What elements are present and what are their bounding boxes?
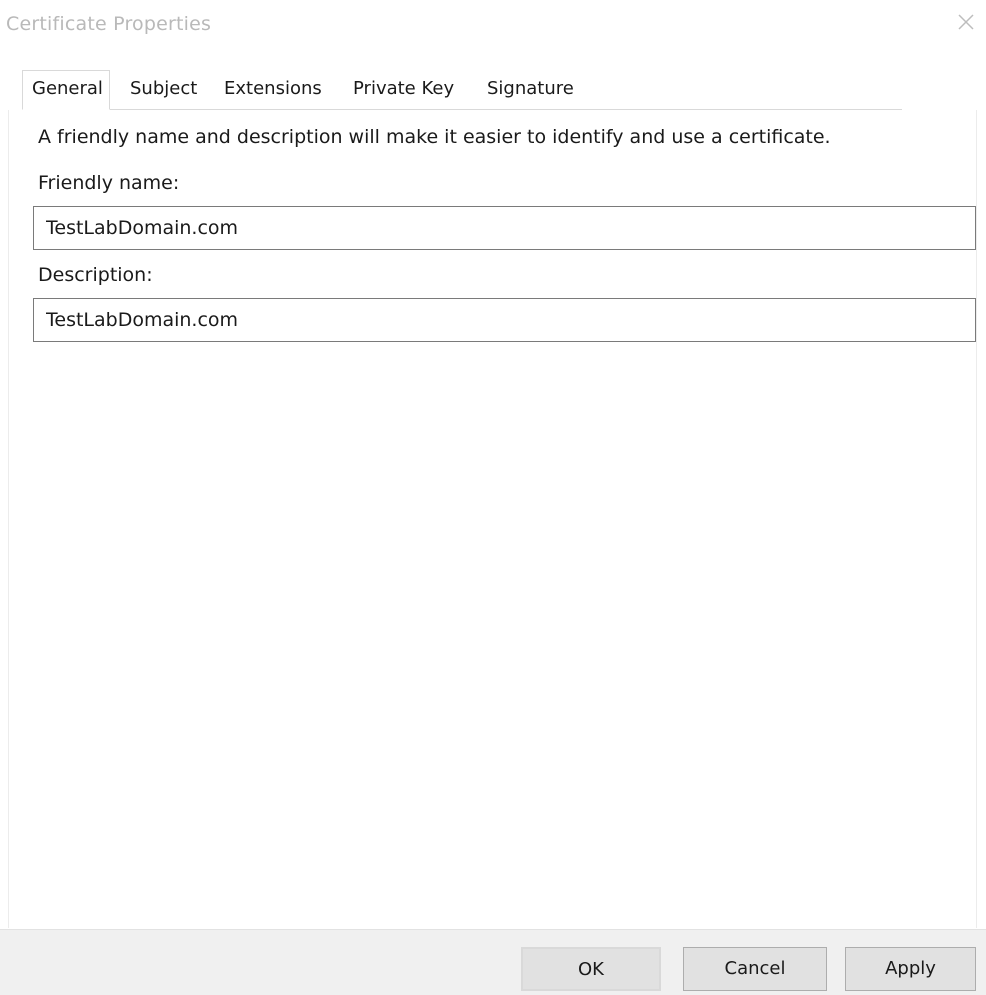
tab-extensions[interactable]: Extensions — [224, 78, 322, 99]
tab-private-key[interactable]: Private Key — [353, 78, 454, 99]
tab-signature[interactable]: Signature — [487, 78, 574, 99]
intro-text: A friendly name and description will mak… — [38, 126, 831, 148]
certificate-properties-dialog: Certificate Properties General Subject E… — [0, 0, 986, 995]
friendly-name-input[interactable] — [33, 206, 976, 250]
friendly-name-label: Friendly name: — [38, 172, 180, 194]
close-icon — [958, 14, 974, 30]
window-title: Certificate Properties — [6, 13, 212, 35]
tab-subject[interactable]: Subject — [130, 78, 197, 99]
tab-general[interactable]: General — [22, 70, 110, 110]
cancel-button[interactable]: Cancel — [683, 947, 827, 991]
close-button[interactable] — [954, 10, 978, 34]
description-label: Description: — [38, 264, 153, 286]
apply-button[interactable]: Apply — [845, 947, 976, 991]
dialog-footer: OK Cancel Apply — [0, 929, 986, 995]
tab-strip: General Subject Extensions Private Key S… — [22, 70, 902, 110]
description-input[interactable] — [33, 298, 976, 342]
title-bar: Certificate Properties — [0, 0, 986, 50]
ok-button[interactable]: OK — [521, 947, 661, 991]
